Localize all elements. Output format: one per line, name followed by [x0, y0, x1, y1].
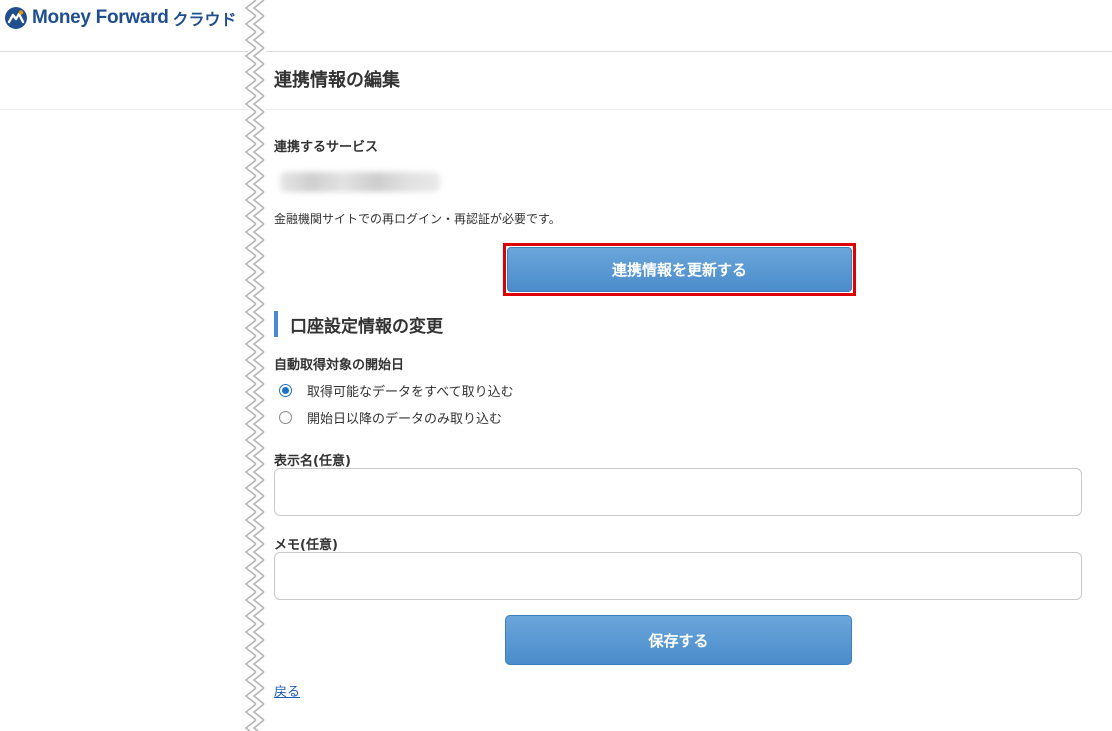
display-name-label: 表示名(任意)	[274, 454, 351, 469]
section-heading-account-settings: 口座設定情報の変更	[274, 311, 443, 337]
radio-label-after-start-date: 開始日以降のデータのみ取り込む	[307, 412, 503, 427]
reauth-note: 金融機関サイトでの再ログイン・再認証が必要です。	[274, 212, 561, 226]
start-date-label: 自動取得対象の開始日	[274, 358, 405, 373]
title-bar: 連携情報の編集	[0, 52, 1112, 110]
save-button[interactable]: 保存する	[505, 615, 852, 665]
radio-button-unchecked[interactable]	[279, 411, 292, 424]
money-forward-logo-icon	[5, 7, 27, 29]
radio-button-checked[interactable]	[279, 384, 292, 397]
page: Money Forward クラウド 連携情報の編集 連携するサービス 金融機関…	[0, 0, 1112, 731]
memo-input[interactable]	[274, 552, 1082, 600]
logo[interactable]: Money Forward クラウド	[4, 5, 237, 31]
app-header: Money Forward クラウド	[0, 0, 1112, 52]
page-title: 連携情報の編集	[274, 70, 400, 91]
zigzag-divider	[242, 0, 270, 731]
service-label: 連携するサービス	[274, 140, 379, 155]
logo-text: Money Forward	[32, 7, 169, 28]
logo-subtext: クラウド	[172, 10, 237, 29]
service-name-blurred	[280, 172, 440, 192]
display-name-input[interactable]	[274, 468, 1082, 516]
radio-label-all-data: 取得可能なデータをすべて取り込む	[307, 385, 514, 400]
memo-label: メモ(任意)	[274, 538, 338, 553]
radio-option-all-data[interactable]: 取得可能なデータをすべて取り込む	[279, 381, 514, 400]
update-connection-button[interactable]: 連携情報を更新する	[507, 247, 852, 292]
radio-option-after-start-date[interactable]: 開始日以降のデータのみ取り込む	[279, 408, 502, 427]
back-link[interactable]: 戻る	[274, 681, 300, 700]
